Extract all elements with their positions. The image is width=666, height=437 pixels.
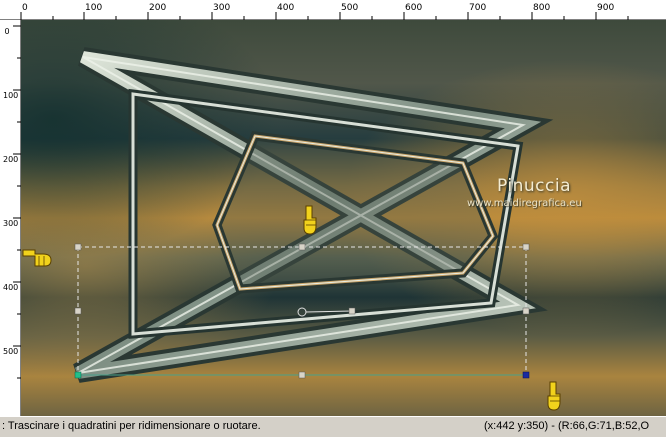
left-ruler-label: 200 — [3, 155, 19, 164]
resize-handle-top-left[interactable] — [74, 243, 82, 251]
watermark-name: Pinuccia — [497, 176, 571, 196]
top-ruler-label: 300 — [213, 3, 231, 13]
resize-handle-bottom-right[interactable] — [522, 371, 530, 379]
left-ruler-label: 0 — [4, 27, 10, 36]
left-ruler-ticks — [13, 25, 21, 379]
top-ruler-label: 900 — [597, 3, 615, 13]
cursor-coordinates: (x:442 y:350) - (R:66,G:71,B:52,O — [484, 420, 650, 432]
resize-handle-left[interactable] — [74, 307, 82, 315]
top-ruler-label: 0 — [22, 3, 28, 13]
top-ruler-label: 100 — [85, 3, 103, 13]
top-ruler-label: 200 — [149, 3, 167, 13]
top-ruler-label: 400 — [277, 3, 295, 13]
left-ruler-label: 300 — [3, 219, 19, 228]
top-ruler-label: 600 — [405, 3, 423, 13]
resize-handle-top-right[interactable] — [522, 243, 530, 251]
watermark-url: www.maidiregrafica.eu — [467, 198, 582, 209]
left-ruler: 0 100 200 300 400 500 — [0, 20, 21, 416]
resize-handle-bottom[interactable] — [298, 371, 306, 379]
status-message: : Trascinare i quadratini per ridimensio… — [2, 420, 261, 432]
top-ruler: 0 100 200 300 400 500 600 700 800 900 — [0, 0, 666, 20]
canvas-artwork — [21, 20, 666, 416]
left-ruler-label: 500 — [3, 347, 19, 356]
image-canvas[interactable] — [21, 20, 666, 416]
resize-handle-right[interactable] — [522, 307, 530, 315]
left-ruler-label: 100 — [3, 91, 19, 100]
top-ruler-label: 700 — [469, 3, 487, 13]
resize-handle-top[interactable] — [298, 243, 306, 251]
left-ruler-label: 400 — [3, 283, 19, 292]
top-ruler-label: 500 — [341, 3, 359, 13]
top-ruler-label: 800 — [533, 3, 551, 13]
resize-handle-bottom-left[interactable] — [74, 371, 82, 379]
status-bar: : Trascinare i quadratini per ridimensio… — [0, 416, 666, 437]
